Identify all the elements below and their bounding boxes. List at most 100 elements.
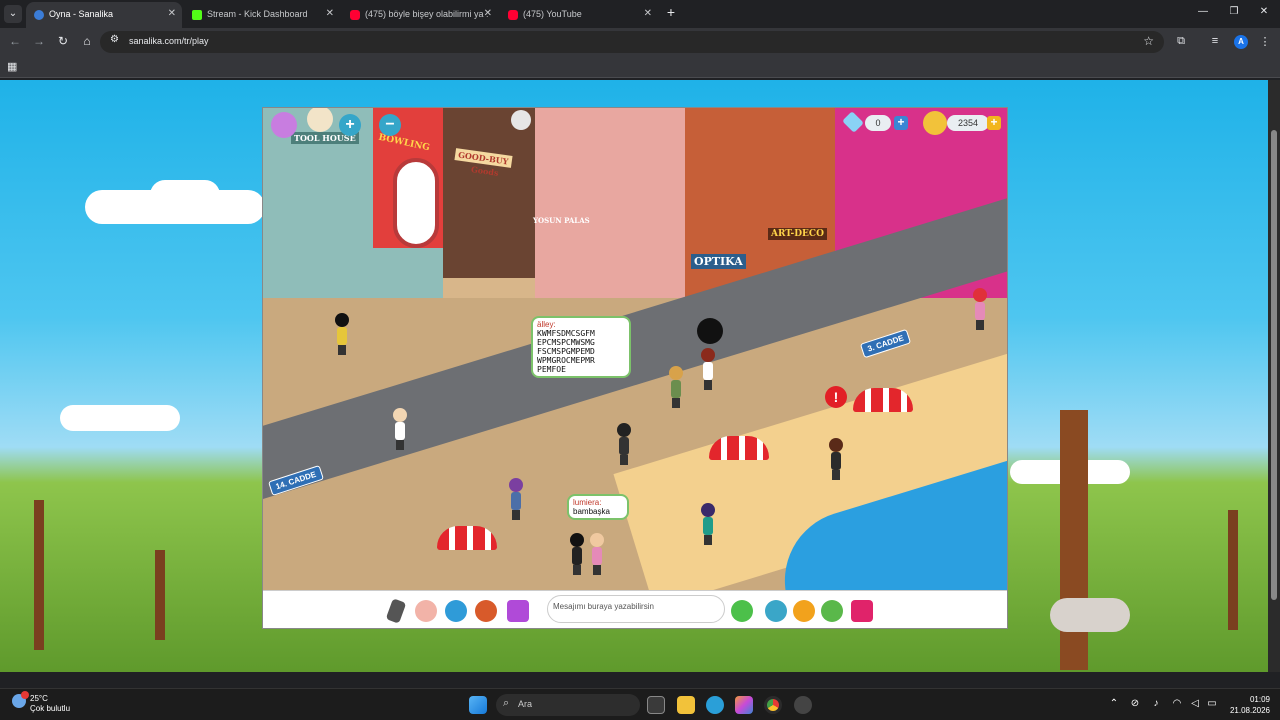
tab-title: Stream - Kick Dashboard	[207, 9, 308, 19]
tree-trunk	[1228, 510, 1238, 630]
taskbar-search[interactable]: ⌕ Ara	[496, 694, 640, 716]
window-close-icon[interactable]: ✕	[1257, 6, 1271, 17]
player-avatar[interactable]	[333, 313, 351, 355]
tab-search-button[interactable]: ⌄	[4, 5, 22, 23]
start-windows-icon[interactable]	[469, 696, 487, 714]
tree-trunk	[34, 500, 44, 650]
player-avatar[interactable]	[699, 503, 717, 545]
tray-network-off-icon[interactable]: ⊘	[1128, 698, 1142, 709]
menu-triangle-icon[interactable]	[851, 600, 873, 622]
task-view-icon[interactable]	[647, 696, 665, 714]
island-icon[interactable]	[821, 600, 843, 622]
scrollbar-thumb[interactable]	[1271, 130, 1277, 600]
close-icon[interactable]: ✕	[484, 2, 492, 26]
game-window[interactable]: TOOL HOUSE BOWLING GOOD-BUY Goods YOSUN …	[262, 107, 1008, 629]
tab-sanalika[interactable]: Oyna - Sanalika ✕	[26, 2, 182, 28]
restore-icon[interactable]: ❐	[1227, 6, 1241, 17]
wifi-icon[interactable]: ◠	[1170, 698, 1184, 709]
player-avatar[interactable]	[971, 288, 989, 330]
tab-strip: ⌄ Oyna - Sanalika ✕ Stream - Kick Dashbo…	[0, 0, 1280, 28]
clock[interactable]: 01:09 21.08.2026	[1230, 694, 1270, 716]
player-avatar[interactable]	[568, 533, 586, 575]
player-avatar[interactable]	[667, 366, 685, 408]
tab-kick[interactable]: Stream - Kick Dashboard ✕	[184, 2, 340, 28]
notification-dot-icon	[21, 691, 29, 699]
cloud-decoration	[150, 180, 220, 210]
rock-decoration	[1050, 598, 1130, 632]
player-avatar[interactable]	[827, 438, 845, 480]
player-avatar[interactable]	[391, 408, 409, 450]
chat-bubble-icon[interactable]	[731, 600, 753, 622]
game-scene[interactable]: TOOL HOUSE BOWLING GOOD-BUY Goods YOSUN …	[263, 108, 1007, 590]
edge-icon[interactable]	[706, 696, 724, 714]
weather-widget[interactable]: 25°C Çok bulutlu	[12, 691, 71, 714]
extensions-icon[interactable]: ⧉	[1174, 35, 1188, 48]
tree-trunk	[155, 550, 165, 640]
close-icon[interactable]: ✕	[168, 2, 176, 26]
speech-speaker: lumiera:	[573, 498, 602, 507]
weather-desc: Çok bulutlu	[30, 704, 71, 713]
player-avatar[interactable]	[615, 423, 633, 465]
alert-exclamation-icon[interactable]: !	[825, 386, 847, 408]
minimize-icon[interactable]: —	[1196, 6, 1210, 17]
copilot-icon[interactable]	[735, 696, 753, 714]
clock-time: 01:09	[1249, 695, 1270, 704]
tab-youtube-video[interactable]: (475) böyle bişey olabilirmi ya :( ✕	[342, 2, 498, 28]
browser-toolbar: ← → ↻ ⌂ ⚙ sanalika.com/tr/play ☆ ⧉ ≡ ⋮	[0, 28, 1280, 56]
tab-title: (475) YouTube	[523, 9, 582, 19]
obs-icon[interactable]	[794, 696, 812, 714]
forward-arrow-icon[interactable]: →	[31, 34, 47, 48]
phone-icon[interactable]	[385, 598, 407, 624]
robot-icon[interactable]	[765, 600, 787, 622]
optika-sign: OPTIKA	[691, 254, 746, 269]
site-info-icon[interactable]: ⚙	[110, 34, 119, 45]
info-icon[interactable]	[511, 110, 531, 130]
speaker-icon[interactable]: ◁	[1188, 698, 1202, 709]
pet-icon[interactable]	[475, 600, 497, 622]
yosun-palas-sign: YOSUN PALAS	[533, 216, 590, 225]
profile-avatar-icon[interactable]	[271, 112, 297, 138]
dance-icon[interactable]	[445, 600, 467, 622]
beach-umbrella	[709, 436, 769, 460]
media-control-icon[interactable]: ≡	[1208, 35, 1222, 47]
microphone-icon[interactable]: ♪	[1149, 698, 1163, 709]
apps-grid-icon[interactable]: ▦	[7, 60, 17, 73]
trophy-icon[interactable]	[793, 600, 815, 622]
chat-input[interactable]: Mesajımı buraya yazabilirsin	[547, 595, 725, 623]
page-scrollbar[interactable]	[1268, 80, 1280, 672]
art-deco-sign: ART-DECO	[768, 228, 827, 240]
close-icon[interactable]: ✕	[644, 2, 652, 26]
url-text: sanalika.com/tr/play	[129, 36, 209, 46]
reload-icon[interactable]: ↻	[55, 34, 71, 48]
tray-chevron-icon[interactable]: ⌃	[1107, 698, 1121, 709]
player-avatar[interactable]	[699, 348, 717, 390]
zoom-out-icon[interactable]: −	[379, 114, 401, 136]
coin-counter: 2354	[947, 115, 989, 131]
action-icon[interactable]	[507, 600, 529, 622]
youtube-favicon-icon	[508, 9, 518, 20]
menu-dots-icon[interactable]: ⋮	[1258, 35, 1272, 48]
beach-umbrella	[437, 526, 497, 550]
profile-avatar[interactable]: A	[1234, 35, 1248, 49]
speech-bubble: älley: KWMFSDMCSGFM EPCMSPCMWSMG FSCMSPG…	[531, 316, 631, 378]
buy-coins-button[interactable]: +	[987, 116, 1001, 130]
zoom-in-icon[interactable]: +	[339, 114, 361, 136]
file-explorer-icon[interactable]	[677, 696, 695, 714]
player-avatar[interactable]	[588, 533, 606, 575]
speech-text: KWMFSDMCSGFM EPCMSPCMWSMG FSCMSPGMPEMD W…	[537, 329, 595, 374]
search-label: Ara	[518, 699, 533, 709]
home-icon[interactable]: ⌂	[79, 34, 95, 48]
bookmarks-bar: ▦	[0, 56, 1280, 78]
battery-icon[interactable]: ▭	[1205, 698, 1219, 709]
emote-icon[interactable]	[415, 600, 437, 622]
chrome-icon[interactable]	[764, 696, 782, 714]
bookmark-star-icon[interactable]: ☆	[1143, 34, 1154, 48]
close-icon[interactable]: ✕	[326, 2, 334, 26]
player-avatar[interactable]	[507, 478, 525, 520]
new-tab-plus-icon[interactable]: +	[664, 4, 678, 20]
back-arrow-icon[interactable]: ←	[7, 34, 23, 48]
address-bar[interactable]: ⚙ sanalika.com/tr/play ☆	[100, 31, 1164, 53]
weather-cloud-icon	[12, 691, 29, 708]
tab-youtube[interactable]: (475) YouTube ✕	[500, 2, 658, 28]
buy-diamonds-button[interactable]: +	[894, 116, 908, 130]
